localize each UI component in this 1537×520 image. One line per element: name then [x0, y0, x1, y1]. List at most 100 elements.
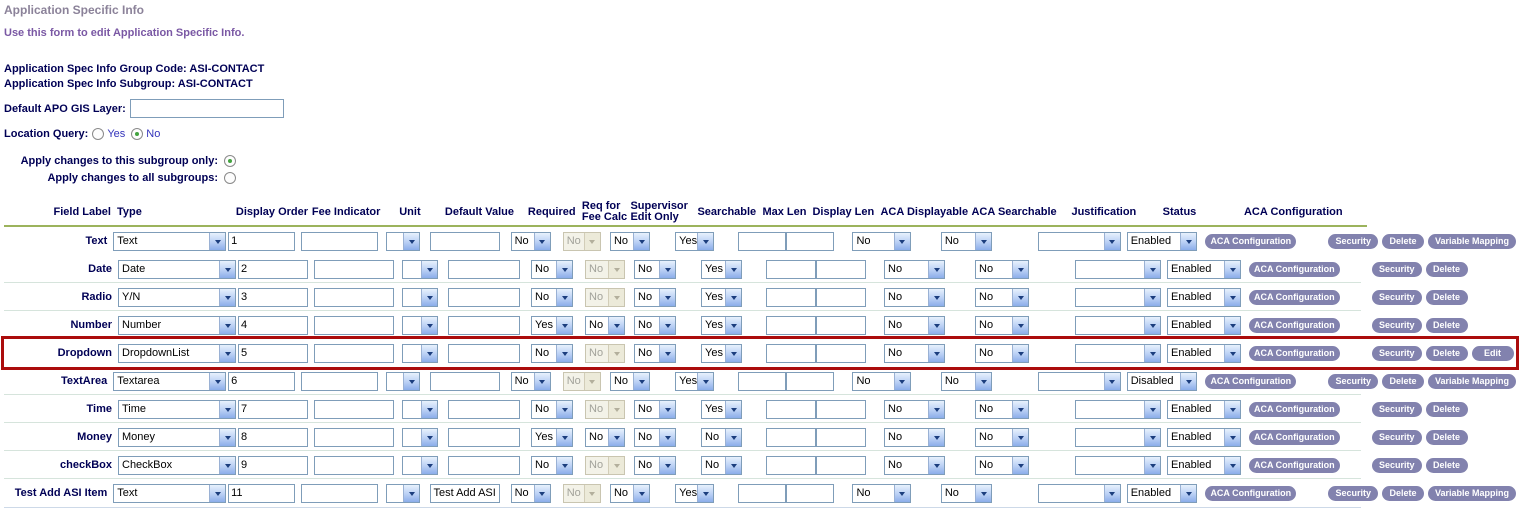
- aca-configuration-button[interactable]: ACA Configuration: [1249, 430, 1340, 445]
- status-select[interactable]: Enabled: [1127, 484, 1198, 503]
- unit-select[interactable]: [402, 316, 438, 335]
- delete-button[interactable]: Delete: [1426, 318, 1468, 333]
- supervisor-edit-only-select[interactable]: No: [634, 456, 676, 475]
- fee-indicator-input[interactable]: [301, 484, 378, 503]
- aca-configuration-button[interactable]: ACA Configuration: [1205, 234, 1296, 249]
- status-select[interactable]: Enabled: [1167, 428, 1241, 447]
- default-value-input[interactable]: [430, 232, 499, 251]
- display-len-input[interactable]: [816, 288, 866, 307]
- searchable-select[interactable]: No: [701, 428, 742, 447]
- aca-searchable-select[interactable]: No: [975, 344, 1029, 363]
- aca-configuration-button[interactable]: ACA Configuration: [1249, 346, 1340, 361]
- type-select[interactable]: CheckBox: [118, 456, 236, 475]
- required-select[interactable]: Yes: [531, 316, 573, 335]
- display-len-input[interactable]: [816, 316, 866, 335]
- supervisor-edit-only-select[interactable]: No: [634, 344, 676, 363]
- security-button[interactable]: Security: [1372, 262, 1422, 277]
- security-button[interactable]: Security: [1328, 374, 1378, 389]
- searchable-select[interactable]: Yes: [701, 316, 742, 335]
- security-button[interactable]: Security: [1372, 402, 1422, 417]
- supervisor-edit-only-select[interactable]: No: [634, 288, 676, 307]
- supervisor-edit-only-select[interactable]: No: [634, 260, 676, 279]
- aca-searchable-select[interactable]: No: [975, 456, 1029, 475]
- justification-select[interactable]: [1075, 400, 1161, 419]
- security-button[interactable]: Security: [1328, 486, 1378, 501]
- aca-searchable-select[interactable]: No: [975, 400, 1029, 419]
- supervisor-edit-only-select[interactable]: No: [634, 400, 676, 419]
- fee-indicator-input[interactable]: [314, 260, 394, 279]
- type-select[interactable]: Y/N: [118, 288, 236, 307]
- required-select[interactable]: No: [531, 288, 573, 307]
- aca-configuration-button[interactable]: ACA Configuration: [1249, 318, 1340, 333]
- fee-indicator-input[interactable]: [301, 372, 378, 391]
- aca-displayable-select[interactable]: No: [884, 260, 945, 279]
- display-len-input[interactable]: [816, 456, 866, 475]
- delete-button[interactable]: Delete: [1382, 486, 1424, 501]
- aca-displayable-select[interactable]: No: [852, 232, 910, 251]
- aca-displayable-select[interactable]: No: [884, 456, 945, 475]
- justification-select[interactable]: [1038, 372, 1120, 391]
- aca-displayable-select[interactable]: No: [852, 372, 910, 391]
- default-value-input[interactable]: [448, 428, 520, 447]
- security-button[interactable]: Security: [1372, 318, 1422, 333]
- aca-displayable-select[interactable]: No: [884, 344, 945, 363]
- searchable-select[interactable]: Yes: [701, 260, 742, 279]
- variable-mapping-button[interactable]: Variable Mapping: [1428, 234, 1516, 249]
- status-select[interactable]: Enabled: [1167, 316, 1241, 335]
- max-len-input[interactable]: [738, 232, 786, 251]
- unit-select[interactable]: [402, 260, 438, 279]
- searchable-select[interactable]: No: [701, 456, 742, 475]
- apply-subgroup-only-radio[interactable]: [224, 155, 236, 167]
- aca-displayable-select[interactable]: No: [852, 484, 910, 503]
- default-value-input[interactable]: [448, 316, 520, 335]
- aca-configuration-button[interactable]: ACA Configuration: [1249, 402, 1340, 417]
- type-select[interactable]: Money: [118, 428, 236, 447]
- display-order-input[interactable]: [238, 456, 308, 475]
- justification-select[interactable]: [1075, 288, 1161, 307]
- display-order-input[interactable]: [238, 316, 308, 335]
- delete-button[interactable]: Delete: [1426, 458, 1468, 473]
- max-len-input[interactable]: [766, 316, 816, 335]
- delete-button[interactable]: Delete: [1426, 430, 1468, 445]
- default-value-input[interactable]: [448, 288, 520, 307]
- display-len-input[interactable]: [816, 344, 866, 363]
- aca-searchable-select[interactable]: No: [975, 288, 1029, 307]
- delete-button[interactable]: Delete: [1382, 374, 1424, 389]
- max-len-input[interactable]: [766, 456, 816, 475]
- aca-displayable-select[interactable]: No: [884, 428, 945, 447]
- display-order-input[interactable]: [228, 232, 295, 251]
- unit-select[interactable]: [402, 428, 438, 447]
- max-len-input[interactable]: [766, 260, 816, 279]
- delete-button[interactable]: Delete: [1426, 262, 1468, 277]
- searchable-select[interactable]: Yes: [701, 288, 742, 307]
- aca-displayable-select[interactable]: No: [884, 316, 945, 335]
- security-button[interactable]: Security: [1328, 234, 1378, 249]
- security-button[interactable]: Security: [1372, 430, 1422, 445]
- delete-button[interactable]: Delete: [1426, 402, 1468, 417]
- type-select[interactable]: Text: [113, 484, 226, 503]
- default-value-input[interactable]: [448, 260, 520, 279]
- aca-searchable-select[interactable]: No: [975, 260, 1029, 279]
- required-select[interactable]: No: [531, 400, 573, 419]
- type-select[interactable]: Textarea: [113, 372, 226, 391]
- fee-indicator-input[interactable]: [301, 232, 378, 251]
- variable-mapping-button[interactable]: Variable Mapping: [1428, 374, 1516, 389]
- max-len-input[interactable]: [738, 372, 786, 391]
- display-len-input[interactable]: [816, 400, 866, 419]
- aca-searchable-select[interactable]: No: [975, 316, 1029, 335]
- location-no-radio[interactable]: [131, 128, 143, 140]
- searchable-select[interactable]: Yes: [675, 232, 714, 251]
- display-order-input[interactable]: [238, 288, 308, 307]
- supervisor-edit-only-select[interactable]: No: [634, 316, 676, 335]
- delete-button[interactable]: Delete: [1426, 290, 1468, 305]
- security-button[interactable]: Security: [1372, 346, 1422, 361]
- required-select[interactable]: No: [531, 344, 573, 363]
- type-select[interactable]: Date: [118, 260, 236, 279]
- supervisor-edit-only-select[interactable]: No: [610, 372, 650, 391]
- display-len-input[interactable]: [786, 232, 834, 251]
- edit-button[interactable]: Edit: [1472, 346, 1514, 361]
- max-len-input[interactable]: [766, 344, 816, 363]
- variable-mapping-button[interactable]: Variable Mapping: [1428, 486, 1516, 501]
- fee-indicator-input[interactable]: [314, 428, 394, 447]
- display-order-input[interactable]: [238, 260, 308, 279]
